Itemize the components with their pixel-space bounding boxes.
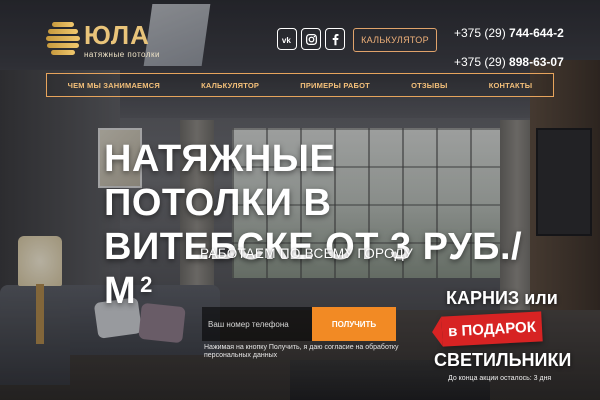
logo-tagline: натяжные потолки [84,49,160,59]
logo-name: ЮЛА [84,19,150,50]
calculator-button[interactable]: КАЛЬКУЛЯТОР [353,28,437,52]
callback-form: ПОЛУЧИТЬ [202,307,396,341]
hero-title-superscript: 2 [140,272,153,297]
nav-item-reviews[interactable]: ОТЗЫВЫ [411,81,447,90]
main-nav: ЧЕМ МЫ ЗАНИМАЕМСЯ КАЛЬКУЛЯТОР ПРИМЕРЫ РА… [46,73,554,97]
hero-title: НАТЯЖНЫЕ ПОТОЛКИ В ВИТЕБСКЕ ОТ 3 РУБ./М 2 [104,137,524,313]
social-links: vk [277,28,345,50]
consent-text: Нажимая на кнопку Получить, я даю соглас… [204,344,399,359]
nav-item-calculator[interactable]: КАЛЬКУЛЯТОР [201,81,259,90]
facebook-icon[interactable] [325,28,345,50]
promo-line2: СВЕТИЛЬНИКИ [434,350,572,370]
promo-line1: КАРНИЗ или [446,288,558,308]
hero-title-line1: НАТЯЖНЫЕ ПОТОЛКИ В [104,138,336,224]
phone-number: 744-644-2 [509,26,564,40]
phone-input[interactable] [202,307,312,341]
phone-prefix: +375 (29) [454,55,510,69]
phone-number: 898-63-07 [509,55,564,69]
promo-countdown: До конца акции осталось: 3 дня [448,375,552,382]
nav-item-portfolio[interactable]: ПРИМЕРЫ РАБОТ [300,81,370,90]
svg-text:vk: vk [281,35,291,44]
logo-mark-icon [46,18,80,62]
gift-badge: в ПОДАРОК [441,311,543,347]
hero-subtitle: РАБОТАЕМ ПО ВСЕМУ ГОРОДУ [200,246,413,261]
nav-item-services[interactable]: ЧЕМ МЫ ЗАНИМАЕМСЯ [68,81,160,90]
phone-prefix: +375 (29) [454,26,510,40]
gift-badge-label: в ПОДАРОК [447,318,537,340]
logo[interactable]: ЮЛА натяжные потолки [46,18,160,62]
nav-item-contacts[interactable]: КОНТАКТЫ [489,81,533,90]
submit-button[interactable]: ПОЛУЧИТЬ [312,307,396,341]
instagram-icon[interactable] [301,28,321,50]
vk-icon[interactable]: vk [277,28,297,50]
phone-1[interactable]: +375 (29) 744-644-2 [454,24,564,42]
phone-2[interactable]: +375 (29) 898-63-07 [454,53,564,71]
